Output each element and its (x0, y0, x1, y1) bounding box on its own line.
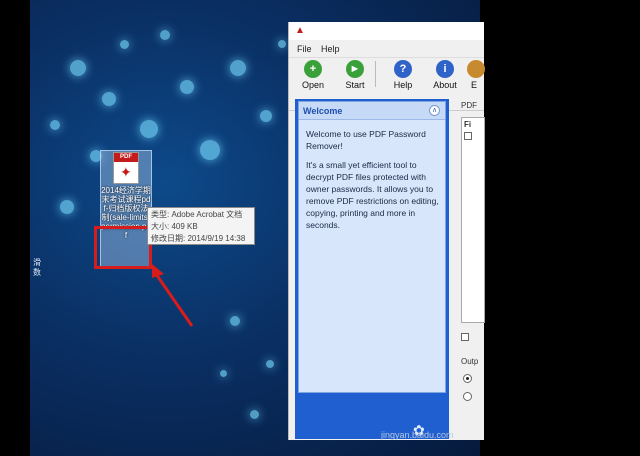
welcome-card: Welcome ∧ Welcome to use PDF Password Re… (298, 101, 446, 393)
start-button[interactable]: ► Start (335, 60, 375, 90)
tooltip-size: 大小: 409 KB (151, 222, 198, 231)
watermark-text: jingyan.baidu.com (381, 430, 454, 440)
output-radio-2[interactable] (463, 392, 472, 401)
title-bar: ▲ (289, 22, 484, 40)
help-question-icon: ? (394, 60, 412, 78)
tooltip-type: 类型: Adobe Acrobat 文档 (151, 210, 243, 219)
app-logo-icon: ▲ (295, 25, 305, 36)
output-radio-1[interactable] (463, 374, 472, 383)
left-black-border (0, 0, 30, 456)
about-button[interactable]: i About (425, 60, 465, 90)
collapse-chevron-icon[interactable]: ∧ (429, 105, 440, 116)
open-button[interactable]: + Open (293, 60, 333, 90)
welcome-panel: Welcome ∧ Welcome to use PDF Password Re… (295, 99, 454, 440)
welcome-paragraph-2: It's a small yet efficient tool to decry… (306, 160, 439, 230)
about-info-icon: i (436, 60, 454, 78)
menu-bar: File Help (289, 43, 484, 57)
file-list-pane: PDF Fi Outp (455, 99, 485, 440)
extra-toolbar-button[interactable]: E (467, 60, 485, 90)
right-black-border (484, 0, 640, 456)
pdf-group-label: PDF (461, 101, 477, 110)
pdf-file-icon: PDF ✦ (113, 152, 139, 184)
option-checkbox[interactable] (461, 333, 469, 341)
menu-file[interactable]: File (297, 44, 312, 54)
menu-help[interactable]: Help (321, 44, 340, 54)
welcome-header: Welcome ∧ (299, 102, 445, 120)
welcome-text: Welcome to use PDF Password Remover! It'… (299, 120, 445, 231)
pdf-password-remover-window: ▲ File Help + Open ► Start ? Help i Abou… (288, 22, 485, 440)
acrobat-logo-icon: ✦ (120, 164, 132, 180)
file-tooltip: 类型: Adobe Acrobat 文档 大小: 409 KB 修改日期: 20… (147, 207, 255, 245)
red-arrow-icon (152, 264, 194, 327)
list-header: Fi (464, 120, 472, 129)
start-play-icon: ► (346, 60, 364, 78)
welcome-title: Welcome (303, 106, 343, 116)
extra-icon (467, 60, 485, 78)
toolbar-separator (375, 61, 376, 87)
output-label: Outp (461, 357, 479, 366)
select-all-checkbox[interactable] (464, 132, 472, 140)
open-plus-icon: + (304, 60, 322, 78)
tooltip-modified: 修改日期: 2014/9/19 14:38 (151, 234, 246, 243)
help-button[interactable]: ? Help (383, 60, 423, 90)
welcome-paragraph-1: Welcome to use PDF Password Remover! (306, 129, 426, 151)
file-list[interactable]: Fi (461, 117, 485, 323)
desktop-partial-label: 滑 数 (33, 258, 41, 277)
